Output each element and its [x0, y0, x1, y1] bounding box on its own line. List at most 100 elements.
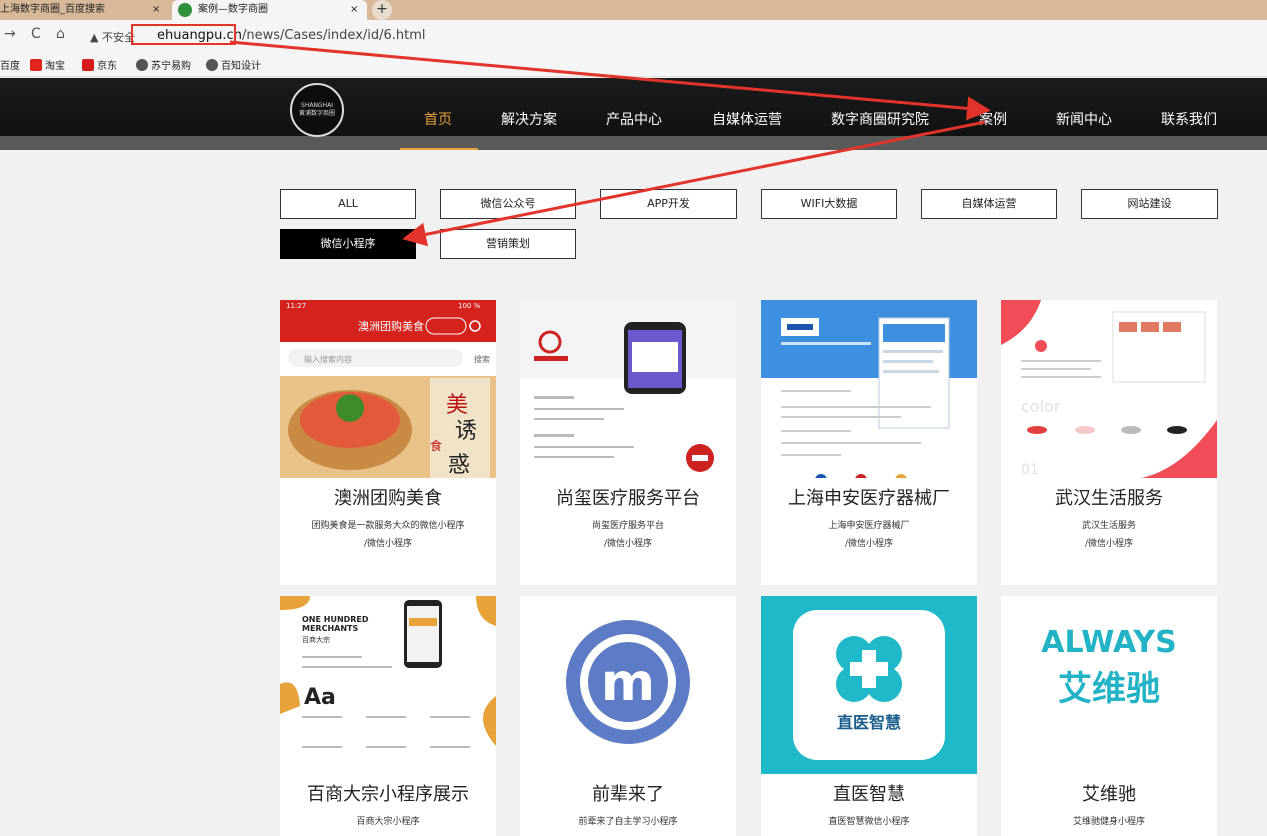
case-thumbnail	[761, 300, 977, 478]
case-thumbnail	[520, 300, 736, 478]
filter-media[interactable]: 自媒体运营	[921, 189, 1057, 219]
tab-label: 上海数字商圈_百度搜索	[0, 4, 105, 15]
nav-home[interactable]: 首页	[424, 109, 452, 129]
svg-text:color: color	[1021, 397, 1061, 416]
svg-text:惑: 惑	[448, 453, 470, 478]
food-app-screenshot: 11:27 100 % 澳洲团购美食 输入搜索内容 搜索 美 诱 食 惑	[280, 300, 496, 478]
zhiyi-logo-image: 直医智慧	[761, 596, 977, 774]
case-description: 尚玺医疗服务平台	[591, 521, 664, 531]
site-logo[interactable]: SHANGHAI 黄浦数字商圈	[290, 83, 344, 137]
bookmarks-bar: 百度 淘宝 京东 苏宁易购 百知设计	[0, 52, 1267, 77]
svg-text:01: 01	[1021, 462, 1039, 478]
case-category: /微信小程序	[363, 539, 413, 549]
browser-tab-cases[interactable]: 案例—数字商圈 ×	[172, 0, 367, 20]
nav-contact[interactable]: 联系我们	[1161, 109, 1217, 129]
filter-wifi-bigdata[interactable]: WIFI大数据	[761, 189, 897, 219]
filter-marketing[interactable]: 营销策划	[440, 229, 576, 259]
header-divider	[0, 136, 1267, 150]
svg-text:澳洲团购美食: 澳洲团购美食	[358, 319, 424, 333]
case-card[interactable]: color 01 武汉生活服务 武汉生活服务 /微信小程序	[1001, 300, 1217, 585]
svg-text:美: 美	[446, 393, 468, 418]
forward-icon[interactable]: →	[4, 26, 16, 42]
svg-text:百商大宗: 百商大宗	[302, 635, 330, 644]
case-title: 澳洲团购美食	[334, 488, 442, 509]
case-title: 尚玺医疗服务平台	[556, 488, 700, 509]
svg-text:Aa: Aa	[304, 685, 336, 710]
case-thumbnail: ALWAYS 艾维驰	[1001, 596, 1217, 774]
new-tab-button[interactable]: +	[372, 0, 392, 20]
warning-icon: ▲	[90, 31, 99, 44]
case-title: 百商大宗小程序展示	[307, 784, 469, 805]
bookmark-baidu[interactable]: 百度	[0, 57, 20, 72]
taobao-icon	[30, 59, 42, 71]
case-description: 团购美食是一款服务大众的微信小程序	[311, 521, 465, 531]
case-description: 艾维驰健身小程序	[1072, 817, 1145, 827]
close-icon[interactable]: ×	[152, 0, 160, 20]
home-icon[interactable]: ⌂	[56, 26, 65, 42]
svg-text:11:27: 11:27	[286, 302, 306, 310]
filter-app[interactable]: APP开发	[600, 189, 737, 219]
always-logo-image: ALWAYS 艾维驰	[1001, 596, 1217, 774]
case-title: 艾维驰	[1082, 784, 1136, 805]
case-thumbnail: color 01	[1001, 300, 1217, 478]
close-icon[interactable]: ×	[350, 0, 358, 20]
browser-tab-baidu[interactable]: 上海数字商圈_百度搜索 ×	[0, 0, 170, 20]
nav-institute[interactable]: 数字商圈研究院	[831, 109, 929, 129]
jd-icon	[82, 59, 94, 71]
case-card[interactable]: ALWAYS 艾维驰 艾维驰 艾维驰健身小程序	[1001, 596, 1217, 836]
medical-app-screenshot	[520, 300, 736, 478]
case-description: 百商大宗小程序	[356, 817, 420, 827]
globe-icon	[206, 59, 218, 71]
filter-mini-program[interactable]: 微信小程序	[280, 229, 416, 259]
security-indicator[interactable]: ▲ 不安全	[90, 29, 135, 45]
svg-text:艾维驰: 艾维驰	[1058, 669, 1160, 709]
globe-icon	[136, 59, 148, 71]
case-thumbnail: m	[520, 596, 736, 774]
svg-text:食: 食	[430, 438, 442, 453]
merchants-app-screenshot: ONE HUNDRED MERCHANTS 百商大宗 Aa	[280, 596, 496, 774]
svg-text:ALWAYS: ALWAYS	[1041, 625, 1176, 660]
svg-text:ONE HUNDRED: ONE HUNDRED	[302, 615, 369, 624]
case-thumbnail: 11:27 100 % 澳洲团购美食 输入搜索内容 搜索 美 诱 食 惑	[280, 300, 496, 478]
svg-text:m: m	[601, 653, 655, 713]
filter-wechat-account[interactable]: 微信公众号	[440, 189, 576, 219]
case-title: 前辈来了	[592, 784, 664, 805]
filter-all[interactable]: ALL	[280, 189, 416, 219]
case-description: 直医智慧微信小程序	[828, 817, 910, 827]
svg-text:直医智慧: 直医智慧	[837, 713, 901, 732]
nav-solutions[interactable]: 解决方案	[501, 109, 557, 129]
case-category: /微信小程序	[844, 539, 894, 549]
svg-text:搜索: 搜索	[474, 354, 490, 364]
case-title: 上海申安医疗器械厂	[788, 488, 950, 509]
case-category: /微信小程序	[603, 539, 653, 549]
svg-text:MERCHANTS: MERCHANTS	[302, 624, 358, 633]
device-factory-screenshot	[761, 300, 977, 478]
filter-website[interactable]: 网站建设	[1081, 189, 1218, 219]
nav-active-indicator	[400, 148, 478, 150]
case-card[interactable]: m 前辈来了 前辈来了自主学习小程序	[520, 596, 736, 836]
life-service-screenshot: color 01	[1001, 300, 1217, 478]
case-title: 武汉生活服务	[1055, 488, 1163, 509]
case-description: 上海申安医疗器械厂	[828, 521, 910, 531]
m-logo-image: m	[520, 596, 736, 774]
nav-products[interactable]: 产品中心	[606, 109, 662, 129]
bookmark-jd[interactable]: 京东	[82, 57, 117, 72]
svg-text:诱: 诱	[455, 419, 477, 444]
case-thumbnail: ONE HUNDRED MERCHANTS 百商大宗 Aa	[280, 596, 496, 774]
reload-icon[interactable]: C	[31, 26, 41, 42]
nav-cases[interactable]: 案例	[979, 109, 1007, 129]
case-description: 前辈来了自主学习小程序	[578, 817, 678, 827]
case-card[interactable]: 直医智慧 直医智慧 直医智慧微信小程序	[761, 596, 977, 836]
case-category: /微信小程序	[1084, 539, 1134, 549]
bookmark-suning[interactable]: 苏宁易购	[136, 57, 191, 72]
bookmark-baizhi[interactable]: 百知设计	[206, 57, 261, 72]
nav-news[interactable]: 新闻中心	[1056, 109, 1112, 129]
nav-media[interactable]: 自媒体运营	[712, 109, 782, 129]
svg-text:100 %: 100 %	[458, 302, 481, 310]
case-card[interactable]: 11:27 100 % 澳洲团购美食 输入搜索内容 搜索 美 诱 食 惑 澳洲团…	[280, 300, 496, 585]
case-card[interactable]: 尚玺医疗服务平台 尚玺医疗服务平台 /微信小程序	[520, 300, 736, 585]
case-card[interactable]: 上海申安医疗器械厂 上海申安医疗器械厂 /微信小程序	[761, 300, 977, 585]
svg-text:输入搜索内容: 输入搜索内容	[304, 354, 352, 364]
case-card[interactable]: ONE HUNDRED MERCHANTS 百商大宗 Aa 百商大宗小程序展示 …	[280, 596, 496, 836]
bookmark-taobao[interactable]: 淘宝	[30, 57, 65, 72]
